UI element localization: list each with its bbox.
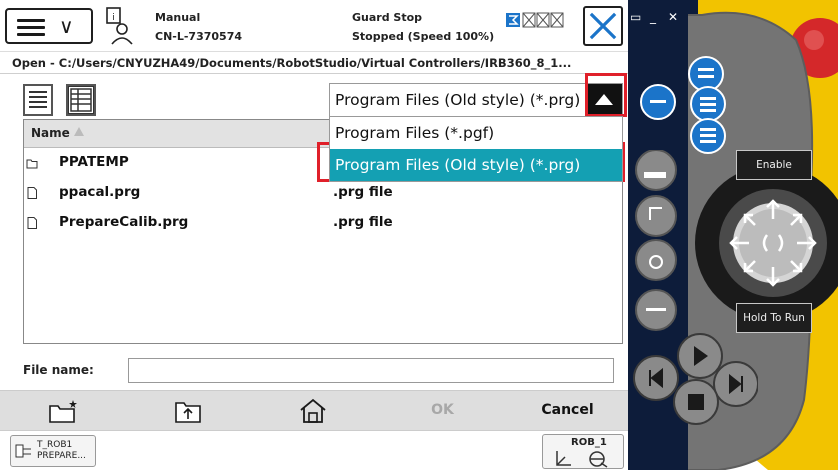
operating-mode[interactable]: Manual CN-L-7370574	[155, 8, 242, 46]
step-forward-button[interactable]	[713, 361, 758, 407]
program-task-icon	[15, 444, 31, 458]
filetype-dropdown-button[interactable]	[586, 84, 622, 116]
controller-name: CN-L-7370574	[155, 30, 242, 43]
new-folder-button[interactable]	[0, 391, 125, 431]
filename-input[interactable]	[128, 358, 614, 383]
task-module: PREPARE...	[37, 451, 86, 461]
column-name[interactable]: Name	[31, 126, 70, 140]
minimize-window-icon[interactable]: _	[650, 10, 656, 24]
open-path: Open - C:/Users/CNYUZHA49/Documents/Robo…	[0, 52, 628, 74]
stop-button[interactable]	[673, 379, 719, 425]
ok-button[interactable]: OK	[380, 391, 505, 431]
filetype-option-pgf[interactable]: Program Files (*.pgf)	[330, 117, 622, 149]
speed-status-text: Stopped (Speed 100%)	[352, 30, 495, 43]
execution-keys	[633, 333, 758, 425]
detail-view-icon	[70, 88, 92, 112]
folder-icon	[26, 159, 38, 169]
flexpendant-screen: ∨ i Manual CN-L-7370574 Guard Stop Stopp…	[0, 0, 628, 470]
list-view-button[interactable]	[23, 84, 53, 116]
close-icon	[589, 12, 617, 40]
step-backward-button[interactable]	[633, 355, 679, 401]
controller-state[interactable]: Guard Stop Stopped (Speed 100%)	[352, 8, 494, 46]
task-rapid-program[interactable]: T_ROB1 PREPARE...	[10, 435, 96, 467]
key-3-button[interactable]	[690, 86, 726, 122]
key-1-button[interactable]	[688, 56, 724, 92]
select-mechanical-unit-button[interactable]	[635, 150, 677, 191]
toggle-motion-mode-button[interactable]	[635, 195, 677, 237]
minimize-panel-icon[interactable]: ▭	[630, 10, 641, 24]
guard-stop-text: Guard Stop	[352, 11, 423, 24]
folder-up-icon	[174, 402, 201, 423]
mode-text: Manual	[155, 11, 201, 24]
abb-menu-button[interactable]: ∨	[5, 8, 93, 44]
status-bar: ∨ i Manual CN-L-7370574 Guard Stop Stopp…	[0, 0, 628, 52]
file-icon	[27, 187, 37, 199]
file-type: .prg file	[333, 214, 393, 230]
joystick[interactable]	[723, 193, 823, 293]
taskbar: T_ROB1 PREPARE... ROB_1	[0, 430, 628, 470]
close-button[interactable]	[583, 6, 623, 46]
quickset-robot[interactable]: ROB_1	[542, 434, 624, 469]
programmable-keys	[640, 56, 726, 154]
quickset-status-icon[interactable]	[506, 12, 576, 28]
detail-view-button[interactable]	[66, 84, 96, 116]
chevron-down-icon: ∨	[59, 14, 74, 38]
jog-coordinates-icon	[556, 451, 608, 468]
filename-label: File name:	[23, 363, 94, 377]
file-name: PrepareCalib.prg	[59, 214, 189, 230]
toggle-reorient-button[interactable]	[635, 239, 677, 281]
filetype-options: Program Files (*.pgf) Program Files (Old…	[329, 116, 623, 182]
svg-text:i: i	[112, 13, 115, 23]
home-button[interactable]	[250, 391, 375, 431]
up-level-button[interactable]	[125, 391, 250, 431]
pendant-hardware: ▭ _ ✕ Enable Hold To Run	[628, 0, 838, 470]
list-view-icon	[29, 91, 47, 108]
enable-button[interactable]: Enable	[736, 150, 812, 180]
file-icon	[27, 217, 37, 229]
filetype-option-prg[interactable]: Program Files (Old style) (*.prg)	[330, 149, 622, 181]
filetype-select[interactable]: Program Files (Old style) (*.prg)	[329, 83, 623, 117]
file-type: .prg file	[333, 184, 393, 200]
file-name: PPATEMP	[59, 154, 129, 170]
dialog-toolbar: OK Cancel	[0, 390, 628, 430]
mechanical-unit-keys	[635, 150, 677, 331]
home-icon	[299, 398, 326, 423]
ok-label: OK	[431, 402, 454, 418]
file-name: ppacal.prg	[59, 184, 141, 200]
close-window-icon[interactable]: ✕	[668, 10, 678, 24]
new-folder-icon	[48, 400, 77, 423]
start-button[interactable]	[677, 333, 723, 379]
operator-window-icon[interactable]: i	[104, 6, 136, 46]
list-item[interactable]: ppacal.prg .prg file	[24, 178, 622, 208]
task-name: T_ROB1	[37, 440, 73, 450]
sort-ascending-icon	[74, 127, 84, 136]
key-4-button[interactable]	[690, 118, 726, 154]
list-item[interactable]: PrepareCalib.prg .prg file	[24, 208, 622, 238]
key-2-button[interactable]	[640, 84, 676, 120]
increment-button[interactable]	[635, 289, 677, 331]
hamburger-icon	[17, 19, 45, 37]
cancel-label: Cancel	[541, 402, 594, 418]
cancel-button[interactable]: Cancel	[505, 391, 628, 431]
